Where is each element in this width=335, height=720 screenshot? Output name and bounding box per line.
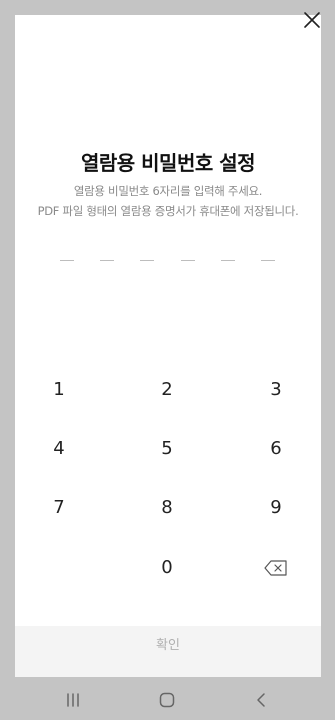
back-button[interactable] [249,690,273,710]
recent-apps-icon [67,693,79,707]
pin-slot [221,260,235,261]
key-4[interactable]: 4 [19,429,99,469]
key-2[interactable]: 2 [127,370,207,410]
pin-slot [60,260,74,261]
pin-slot [261,260,275,261]
system-navigation-bar [0,680,335,720]
key-1[interactable]: 1 [19,370,99,410]
key-6[interactable]: 6 [236,429,316,469]
password-dialog: 열람용 비밀번호 설정 열람용 비밀번호 6자리를 입력해 주세요. PDF 파… [15,15,321,677]
close-button[interactable] [298,6,326,34]
dialog-title: 열람용 비밀번호 설정 [80,151,256,175]
confirm-button[interactable]: 확인 [15,626,321,677]
key-5[interactable]: 5 [127,429,207,469]
key-3[interactable]: 3 [236,370,316,410]
home-button[interactable] [155,690,179,710]
home-icon [159,692,175,708]
close-icon [304,12,320,28]
backspace-button[interactable] [236,548,316,588]
key-8[interactable]: 8 [127,488,207,528]
key-9[interactable]: 9 [236,488,316,528]
pin-slot [140,260,154,261]
pin-slot [100,260,114,261]
description-line-2: PDF 파일 형태의 열람용 증명서가 휴대폰에 저장됩니다. [37,204,299,218]
key-0[interactable]: 0 [127,548,207,588]
pin-indicator [15,260,321,262]
backspace-icon [264,560,287,576]
pin-slot [181,260,195,261]
key-7[interactable]: 7 [19,488,99,528]
description-line-1: 열람용 비밀번호 6자리를 입력해 주세요. [73,184,263,198]
back-icon [257,693,265,707]
recent-apps-button[interactable] [61,690,85,710]
